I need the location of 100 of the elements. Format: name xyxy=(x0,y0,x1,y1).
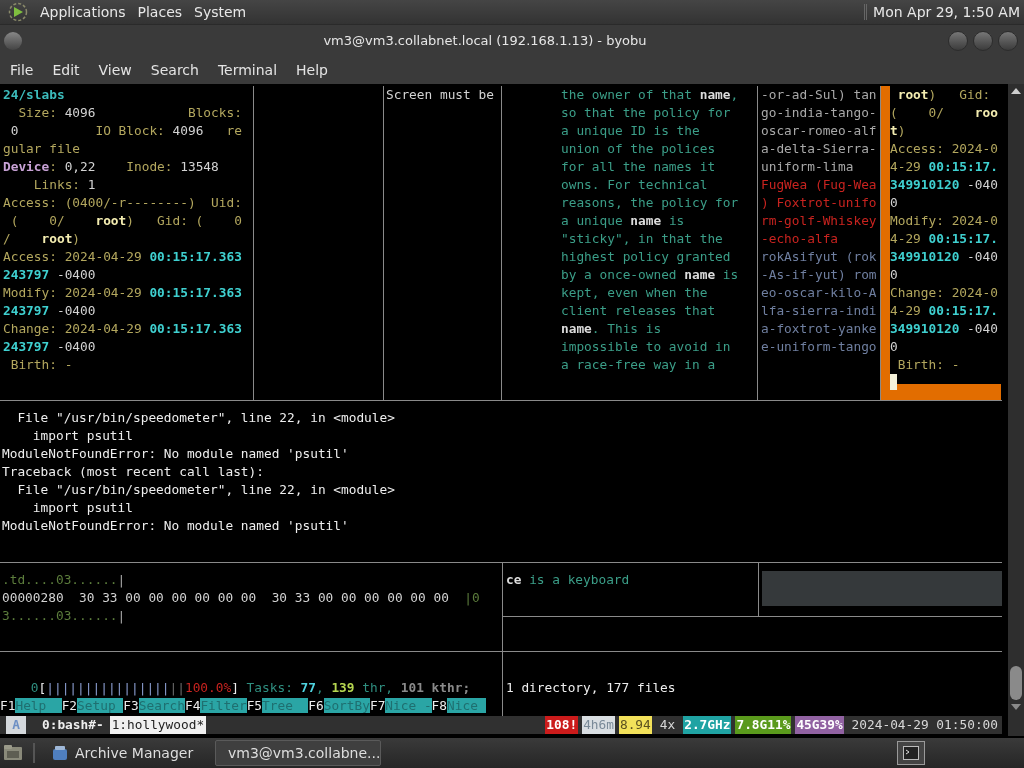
status-badge: 8.94 xyxy=(618,716,652,734)
terminal-line: a-foxtrot-yanke xyxy=(761,320,877,338)
terminal-line: -As-if-yut) rom xyxy=(761,266,877,284)
terminal-line: Change: 2024-0 xyxy=(890,284,998,302)
terminal-line: Modify: 2024-0 xyxy=(890,212,998,230)
terminal-line: name. This is xyxy=(561,320,662,338)
status-badge: 7.8G11% xyxy=(735,716,792,734)
terminal-line: 0[||||||||||||||||||100.0%] Tasks: 77, 139 thr, 101 kthr; xyxy=(29,679,471,697)
terminal-line: Screen must be xyxy=(386,86,494,104)
terminal-line: "sticky", in that the xyxy=(561,230,723,248)
scrollbar-thumb[interactable] xyxy=(1010,666,1022,700)
terminal-line: 0 xyxy=(890,194,898,212)
terminal-line: File "/usr/bin/speedometer", line 22, in <module> xyxy=(16,481,395,499)
terminal-line: .td....03......| xyxy=(2,571,126,589)
terminal-line: union of the polices xyxy=(561,140,716,158)
terminal-line: 4-29 00:15:17. xyxy=(890,158,998,176)
terminal-line: 4-29 00:15:17. xyxy=(890,230,998,248)
terminal-line: import psutil xyxy=(31,427,133,445)
panel-clock[interactable]: Mon Apr 29, 1:50 AM xyxy=(873,1,1020,23)
terminal-line: kept, even when the xyxy=(561,284,708,302)
terminal-line: import psutil xyxy=(31,499,133,517)
status-badge: 108! xyxy=(545,716,579,734)
terminal-line: Birth: - xyxy=(9,356,73,374)
status-badge: 45G39% xyxy=(795,716,844,734)
terminal-line: File "/usr/bin/speedometer", line 22, in <module> xyxy=(16,409,395,427)
terminal-line: 4-29 00:15:17. xyxy=(890,302,998,320)
terminal-line: -or-ad-Sul) tan xyxy=(761,86,877,104)
menu-item[interactable]: Search xyxy=(144,59,205,81)
terminal-line: 0 xyxy=(890,266,898,284)
terminal-line: ) Foxtrot-unifo xyxy=(761,194,877,212)
menu-item[interactable]: Edit xyxy=(46,59,86,81)
terminal-line: owns. For technical xyxy=(561,176,708,194)
package-icon xyxy=(51,744,69,762)
terminal-line: lfa-sierra-indi xyxy=(761,302,877,320)
terminal-pane[interactable] xyxy=(758,86,881,400)
terminal-line: Traceback (most recent call last): xyxy=(2,463,264,481)
window-tab[interactable]: 1:hollywood* xyxy=(109,716,207,734)
terminal-line: 243797 -0400 xyxy=(3,302,96,320)
show-desktop-icon[interactable] xyxy=(3,744,23,762)
terminal-line: eo-oscar-kilo-A xyxy=(761,284,877,302)
terminal-line: -echo-alfa xyxy=(761,230,839,248)
maximize-button[interactable] xyxy=(973,30,993,51)
scroll-down-icon[interactable] xyxy=(1011,704,1021,710)
terminal-line: Access: 2024-0 xyxy=(890,140,998,158)
workspace-switcher[interactable] xyxy=(897,741,925,765)
terminal-line: uniform-lima xyxy=(761,158,854,176)
terminal-line: root) Gid: xyxy=(896,86,991,104)
panel-handle xyxy=(864,4,868,20)
status-text: 4x xyxy=(658,716,677,734)
terminal-line: Access: (0400/-r--------) Uid: xyxy=(3,194,242,212)
menu-item[interactable]: File xyxy=(4,59,40,81)
window-menu-icon[interactable] xyxy=(4,31,22,50)
terminal-line: a race-free way in a xyxy=(561,356,716,374)
terminal-line: the owner of that name, xyxy=(561,86,739,104)
terminal-line: 349910120 -040 xyxy=(890,320,998,338)
terminal-line: 00000280 30 33 00 00 00 00 00 00 30 33 00 00 00 00 00 00 |0 xyxy=(2,589,480,607)
taskbar-button[interactable]: vm3@vm3.collabne... xyxy=(215,740,381,766)
terminal-line: ce is a keyboard xyxy=(506,571,630,589)
panel-menu[interactable]: Applications xyxy=(34,1,132,23)
panel-menu[interactable]: Places xyxy=(131,1,189,23)
window-tab[interactable]: 0:bash#- xyxy=(40,716,106,734)
menu-item[interactable]: View xyxy=(92,59,138,81)
terminal-line: Modify: 2024-04-29 00:15:17.363 xyxy=(3,284,242,302)
terminal-line: Size: 4096 Blocks: xyxy=(17,104,242,122)
terminal-pane[interactable]: Screen must be xyxy=(384,86,502,400)
terminal-line: a-delta-Sierra- xyxy=(761,140,877,158)
terminal-line: t) xyxy=(890,122,906,140)
status-badge: 2.7GHz xyxy=(683,716,732,734)
menu-item[interactable]: Terminal xyxy=(211,59,284,81)
status-badge: 4h6m xyxy=(582,716,615,734)
terminal-line: by a once-owned name is xyxy=(561,266,739,284)
taskbar-button[interactable]: Archive Manager xyxy=(45,740,205,766)
scrollbar[interactable] xyxy=(1008,84,1024,736)
terminal-line: Change: 2024-04-29 00:15:17.363 xyxy=(3,320,242,338)
menu-item[interactable]: Help xyxy=(290,59,334,81)
terminal-line: 3......03......| xyxy=(2,607,126,625)
panel-menu[interactable]: System xyxy=(188,1,253,23)
terminal-line: / root) xyxy=(3,230,81,248)
close-button[interactable] xyxy=(998,30,1018,51)
terminal-line: 0 IO Block: 4096 re xyxy=(9,122,242,140)
terminal-line: 24/slabs xyxy=(3,86,65,104)
terminal-line: 349910120 -040 xyxy=(890,248,998,266)
status-text: 2024-04-29 01:50:00 xyxy=(850,716,999,734)
terminal-pane[interactable] xyxy=(0,86,254,400)
terminal-line: rm-golf-Whiskey xyxy=(761,212,877,230)
terminal-line: reasons, the policy for xyxy=(561,194,739,212)
session-label: A xyxy=(6,716,26,734)
terminal-icon xyxy=(903,746,919,760)
terminal-line: for all the names it xyxy=(561,158,716,176)
terminal-line: Access: 2024-04-29 00:15:17.363 xyxy=(3,248,242,266)
logo-icon xyxy=(8,2,28,22)
terminal-line: 243797 -0400 xyxy=(3,266,96,284)
terminal-line: ( 0/ root) Gid: ( 0 xyxy=(9,212,242,230)
terminal-line: e-uniform-tango xyxy=(761,338,877,356)
scroll-up-icon[interactable] xyxy=(1011,88,1021,94)
terminal-line: 0 xyxy=(890,338,898,356)
terminal-line: ModuleNotFoundError: No module named 'psutil' xyxy=(2,517,349,535)
terminal-line: ( 0/ roo xyxy=(890,104,998,122)
terminal-line: client releases that xyxy=(561,302,716,320)
minimize-button[interactable] xyxy=(948,30,968,51)
